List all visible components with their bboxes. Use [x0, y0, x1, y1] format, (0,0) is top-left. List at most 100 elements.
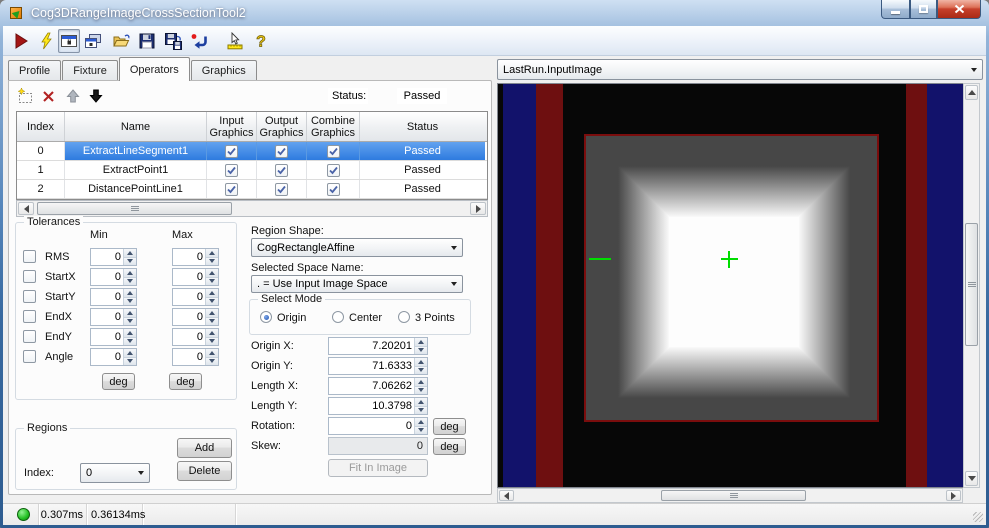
spin-up[interactable]	[415, 398, 427, 406]
save-as-button[interactable]	[162, 29, 184, 53]
table-row[interactable]: 2 DistancePointLine1 Passed	[17, 180, 487, 199]
image-v-scrollbar[interactable]	[963, 83, 980, 488]
close-button[interactable]	[937, 0, 981, 19]
spin-up[interactable]	[206, 329, 218, 337]
skew-deg-button[interactable]: deg	[433, 438, 466, 455]
spin-down[interactable]	[415, 365, 427, 374]
angle-checkbox[interactable]	[23, 350, 36, 363]
scrollbar-thumb[interactable]	[661, 490, 806, 501]
col-input-graphics[interactable]: Input Graphics	[207, 112, 257, 141]
endy-checkbox[interactable]	[23, 330, 36, 343]
spin-down[interactable]	[124, 296, 136, 305]
delete-operator-button[interactable]	[39, 86, 59, 106]
spin-up[interactable]	[124, 269, 136, 277]
minimize-button[interactable]	[881, 0, 910, 19]
spin-down[interactable]	[415, 385, 427, 394]
open-button[interactable]	[110, 29, 132, 53]
region-shape-dropdown[interactable]: CogRectangleAffine	[251, 238, 463, 257]
image-viewport[interactable]	[497, 83, 963, 488]
endx-min-spinner[interactable]: 0	[90, 308, 137, 326]
scroll-right-button[interactable]	[470, 202, 486, 215]
spin-down[interactable]	[415, 405, 427, 414]
move-down-button[interactable]	[86, 86, 106, 106]
add-region-button[interactable]: Add	[177, 438, 232, 458]
help-button[interactable]: ?	[250, 29, 272, 53]
table-row[interactable]: 0 ExtractLineSegment1 Passed	[17, 142, 487, 161]
measure-tools-button[interactable]	[224, 29, 246, 53]
spin-up[interactable]	[124, 349, 136, 357]
scroll-left-button[interactable]	[18, 202, 34, 215]
rotation-spinner[interactable]: 0	[328, 417, 428, 435]
spin-down[interactable]	[124, 356, 136, 365]
scrollbar-thumb[interactable]	[965, 223, 978, 346]
checkbox-checked[interactable]	[326, 182, 340, 196]
checkbox-checked[interactable]	[326, 163, 340, 177]
checkbox-checked[interactable]	[225, 144, 238, 158]
spin-down[interactable]	[415, 345, 427, 354]
rms-checkbox[interactable]	[23, 250, 36, 263]
angle-max-spinner[interactable]: 0	[172, 348, 219, 366]
maximize-button[interactable]	[910, 0, 937, 19]
spin-down[interactable]	[415, 425, 427, 434]
scroll-down-button[interactable]	[965, 471, 978, 486]
spin-up[interactable]	[124, 289, 136, 297]
scrollbar-thumb[interactable]	[37, 202, 232, 215]
float-window-button[interactable]	[82, 29, 104, 53]
checkbox-checked[interactable]	[275, 144, 288, 158]
spin-up[interactable]	[206, 269, 218, 277]
tab-profile[interactable]: Profile	[8, 60, 62, 81]
endy-min-spinner[interactable]: 0	[90, 328, 137, 346]
spin-down[interactable]	[206, 256, 218, 265]
spin-up[interactable]	[124, 249, 136, 257]
scroll-right-button[interactable]	[946, 490, 961, 501]
spin-up[interactable]	[124, 309, 136, 317]
spin-down[interactable]	[124, 276, 136, 285]
endx-checkbox[interactable]	[23, 310, 36, 323]
spin-down[interactable]	[206, 316, 218, 325]
rms-max-spinner[interactable]: 0	[172, 248, 219, 266]
resize-grip[interactable]	[973, 512, 983, 522]
electric-trigger-button[interactable]	[36, 29, 58, 53]
scroll-left-button[interactable]	[499, 490, 514, 501]
startx-min-spinner[interactable]: 0	[90, 268, 137, 286]
checkbox-checked[interactable]	[275, 163, 288, 177]
spin-down[interactable]	[206, 276, 218, 285]
spin-down[interactable]	[206, 356, 218, 365]
add-operator-button[interactable]	[15, 86, 35, 106]
space-name-dropdown[interactable]: . = Use Input Image Space	[251, 275, 463, 293]
col-index[interactable]: Index	[17, 112, 65, 141]
col-status[interactable]: Status	[360, 112, 485, 141]
max-deg-button[interactable]: deg	[169, 373, 202, 390]
fit-in-image-button[interactable]: Fit In Image	[328, 459, 428, 477]
checkbox-checked[interactable]	[275, 182, 288, 196]
table-row[interactable]: 1 ExtractPoint1 Passed	[17, 161, 487, 180]
region-index-dropdown[interactable]: 0	[80, 463, 150, 483]
checkbox-checked[interactable]	[225, 163, 238, 177]
checkbox-checked[interactable]	[225, 182, 238, 196]
angle-min-spinner[interactable]: 0	[90, 348, 137, 366]
run-button[interactable]	[10, 29, 32, 53]
tab-fixture[interactable]: Fixture	[62, 60, 118, 81]
checkbox-checked[interactable]	[326, 144, 340, 158]
table-scrollbar[interactable]	[16, 200, 488, 217]
spin-up[interactable]	[206, 289, 218, 297]
spin-up[interactable]	[206, 249, 218, 257]
spin-up[interactable]	[415, 418, 427, 426]
length-y-spinner[interactable]: 10.3798	[328, 397, 428, 415]
min-deg-button[interactable]: deg	[102, 373, 135, 390]
region-rectangle-graphic[interactable]	[584, 134, 879, 422]
three-points-radio[interactable]	[398, 311, 410, 323]
reset-button[interactable]	[188, 29, 210, 53]
rotation-deg-button[interactable]: deg	[433, 418, 466, 435]
origin-x-spinner[interactable]: 7.20201	[328, 337, 428, 355]
spin-up[interactable]	[415, 358, 427, 366]
center-radio[interactable]	[332, 311, 344, 323]
spin-up[interactable]	[415, 338, 427, 346]
spin-up[interactable]	[206, 349, 218, 357]
starty-min-spinner[interactable]: 0	[90, 288, 137, 306]
rms-min-spinner[interactable]: 0	[90, 248, 137, 266]
col-output-graphics[interactable]: Output Graphics	[257, 112, 307, 141]
spin-up[interactable]	[415, 378, 427, 386]
endy-max-spinner[interactable]: 0	[172, 328, 219, 346]
image-h-scrollbar[interactable]	[497, 488, 963, 503]
